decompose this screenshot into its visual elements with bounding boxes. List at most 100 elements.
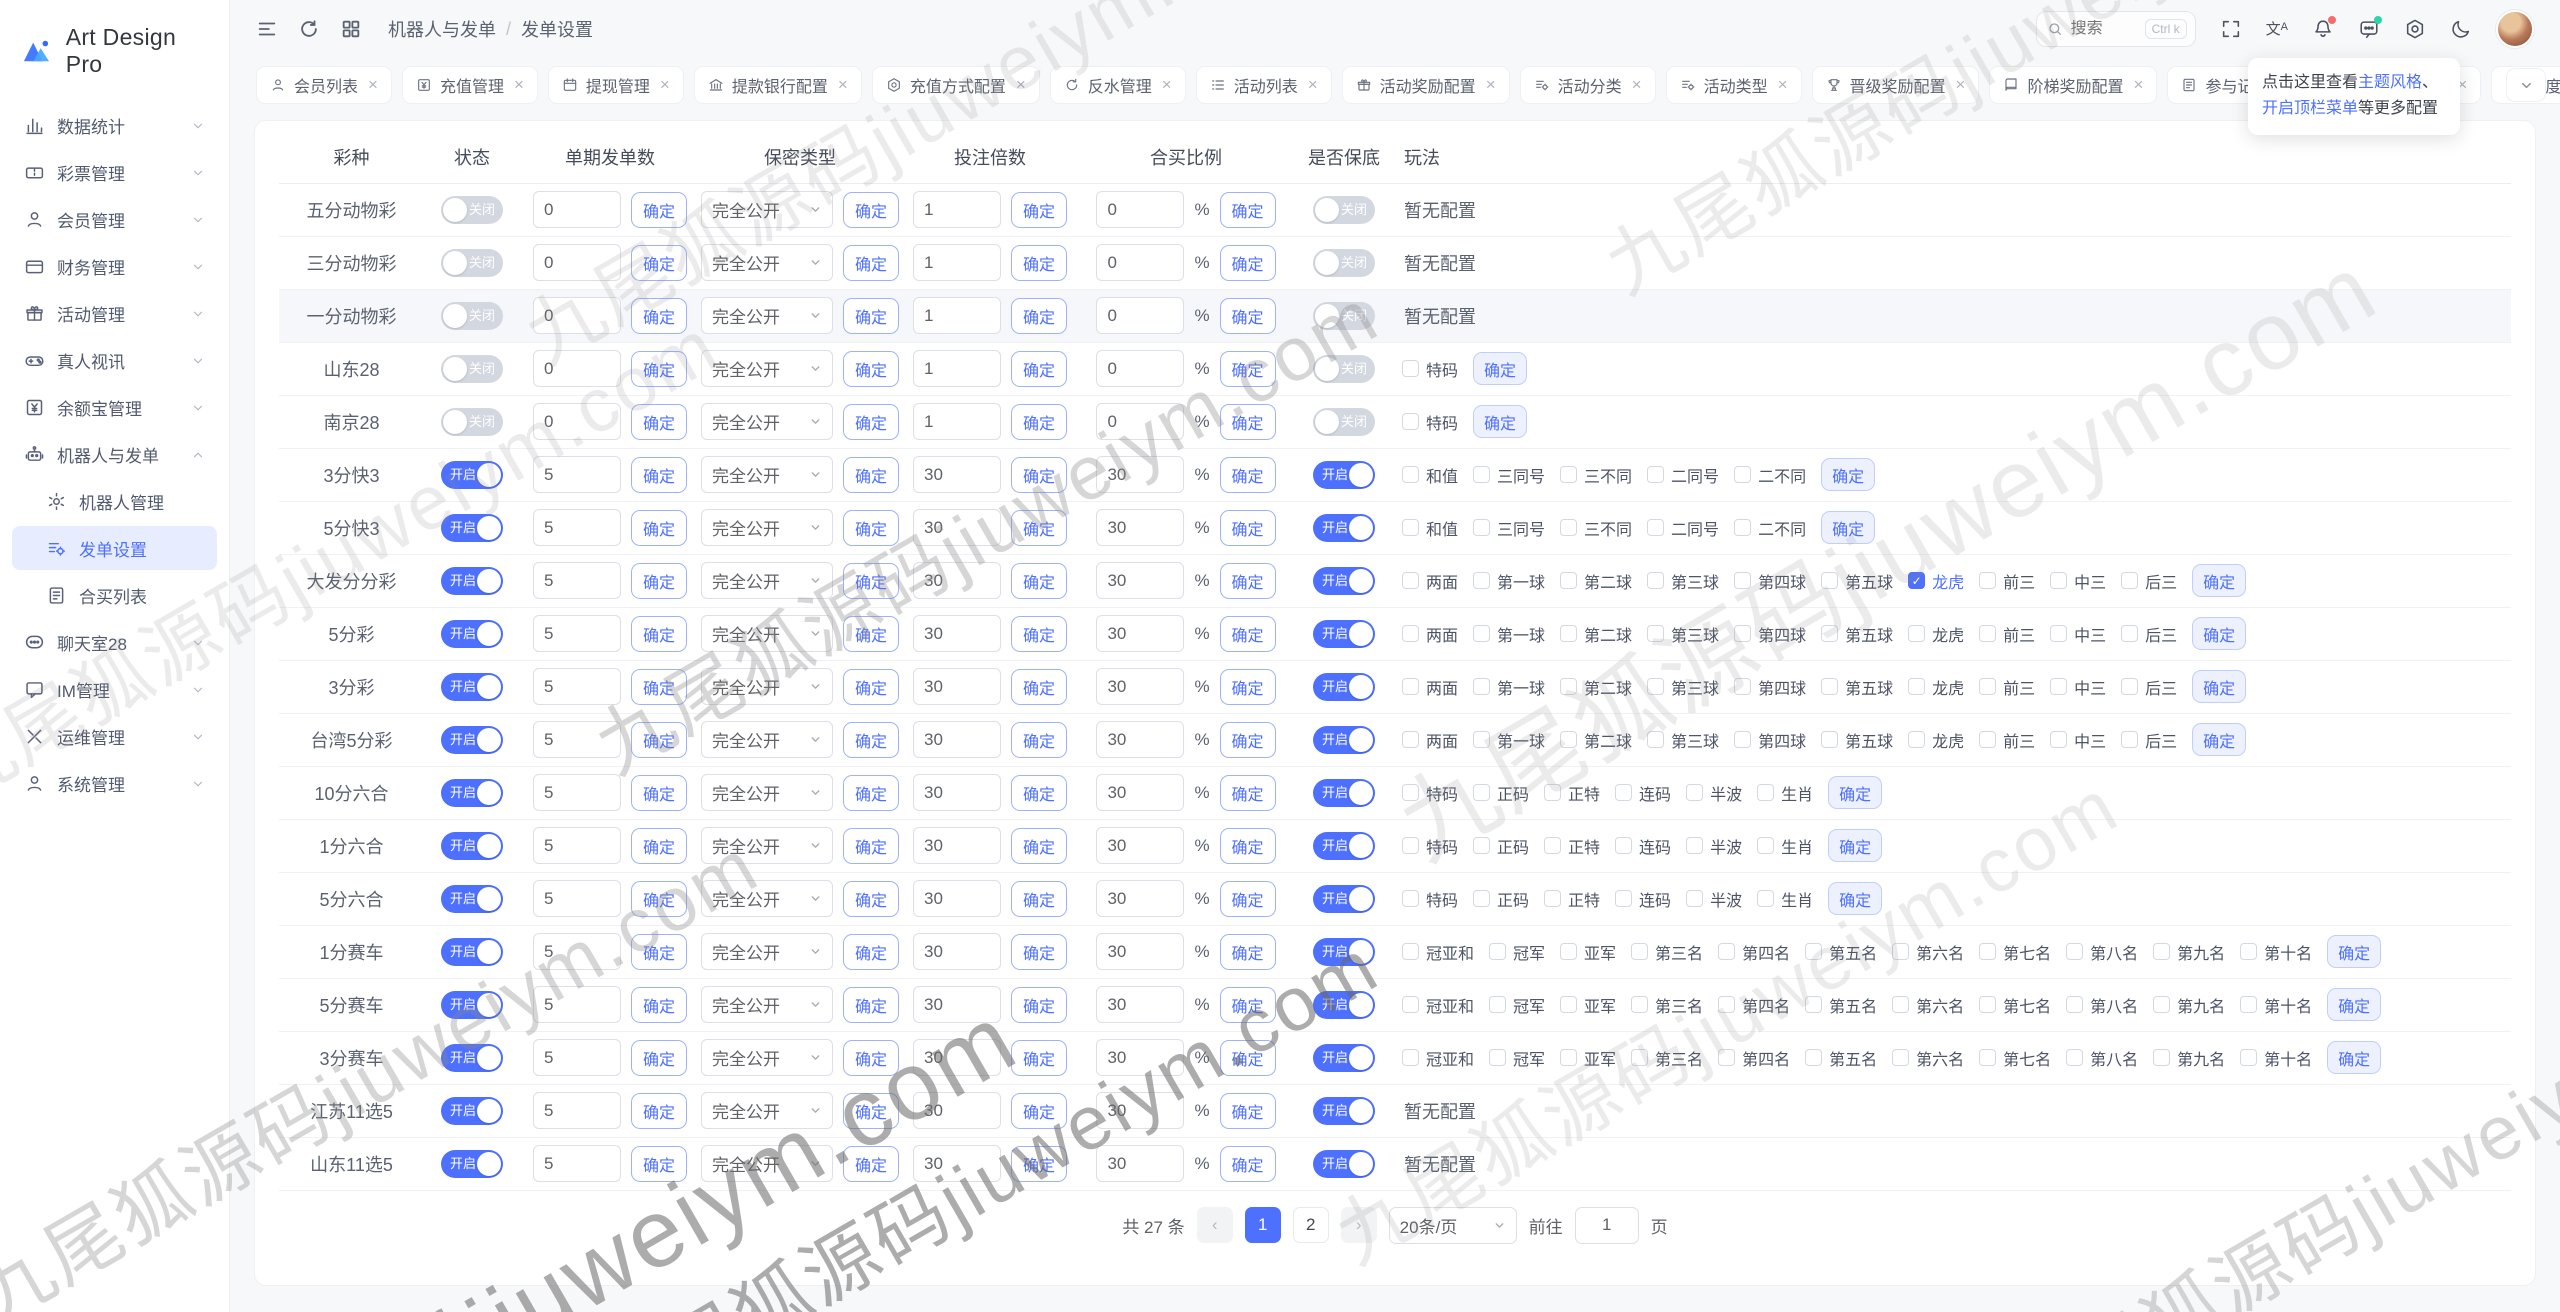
confirm-button[interactable]: 确定 [1011, 721, 1067, 758]
play-checkbox-第八名[interactable]: 第八名 [2066, 1046, 2138, 1070]
status-toggle[interactable]: 开启 [441, 990, 503, 1019]
sidebar-item-2[interactable]: 会员管理 [12, 197, 217, 241]
top-menu-link[interactable]: 开启顶栏菜单 [2262, 100, 2358, 117]
confirm-button[interactable]: 确定 [1219, 350, 1276, 387]
issue-count-input[interactable] [533, 350, 621, 387]
play-checkbox-第二球[interactable]: 第二球 [1560, 728, 1632, 752]
status-toggle[interactable]: 开启 [441, 778, 503, 807]
page-button-2[interactable]: 2 [1292, 1207, 1329, 1243]
play-checkbox-半波[interactable]: 半波 [1686, 781, 1742, 805]
sidebar-subitem-1[interactable]: 发单设置 [12, 526, 217, 570]
play-checkbox-后三[interactable]: 后三 [2121, 675, 2177, 699]
status-toggle[interactable]: 开启 [441, 566, 503, 595]
play-checkbox-第五球[interactable]: 第五球 [1821, 728, 1893, 752]
grid-apps-icon[interactable] [340, 18, 362, 40]
close-icon[interactable]: × [2134, 75, 2144, 95]
confirm-button[interactable]: 确定 [1011, 986, 1067, 1023]
issue-count-input[interactable] [533, 562, 621, 599]
secrecy-select[interactable]: 完全公开 [701, 615, 833, 652]
confirm-button[interactable]: 确定 [631, 297, 687, 334]
confirm-button[interactable]: 确定 [1011, 774, 1067, 811]
status-toggle[interactable]: 开启 [441, 884, 503, 913]
play-checkbox-生肖[interactable]: 生肖 [1757, 781, 1813, 805]
bet-multiple-input[interactable] [913, 403, 1001, 440]
secrecy-select[interactable]: 完全公开 [701, 986, 833, 1023]
play-checkbox-龙虎[interactable]: ✓ 龙虎 [1908, 569, 1964, 593]
confirm-button[interactable]: 确定 [1821, 458, 1876, 491]
tab-5[interactable]: 反水管理 × [1049, 66, 1186, 104]
play-checkbox-冠亚和[interactable]: 冠亚和 [1402, 993, 1474, 1017]
play-checkbox-第五名[interactable]: 第五名 [1805, 1046, 1877, 1070]
bet-multiple-input[interactable] [913, 986, 1001, 1023]
group-buy-ratio-input[interactable] [1096, 1092, 1185, 1129]
bet-multiple-input[interactable] [913, 1145, 1001, 1182]
confirm-button[interactable]: 确定 [2192, 564, 2247, 597]
play-checkbox-第三球[interactable]: 第三球 [1647, 569, 1719, 593]
play-checkbox-正码[interactable]: 正码 [1473, 834, 1529, 858]
sidebar-item-10[interactable]: 运维管理 [12, 714, 217, 758]
status-toggle[interactable]: 关闭 [441, 301, 503, 330]
group-buy-ratio-input[interactable] [1096, 1145, 1185, 1182]
bet-multiple-input[interactable] [913, 827, 1001, 864]
guarantee-toggle[interactable]: 关闭 [1313, 301, 1375, 330]
bet-multiple-input[interactable] [913, 297, 1001, 334]
sidebar-item-11[interactable]: 系统管理 [12, 761, 217, 805]
confirm-button[interactable]: 确定 [631, 350, 687, 387]
issue-count-input[interactable] [533, 721, 621, 758]
issue-count-input[interactable] [533, 774, 621, 811]
play-checkbox-正特[interactable]: 正特 [1544, 781, 1600, 805]
tab-9[interactable]: 活动类型 × [1665, 66, 1802, 104]
play-checkbox-第三球[interactable]: 第三球 [1647, 728, 1719, 752]
guarantee-toggle[interactable]: 开启 [1313, 619, 1375, 648]
play-checkbox-第四球[interactable]: 第四球 [1734, 622, 1806, 646]
confirm-button[interactable]: 确定 [1011, 244, 1067, 281]
play-checkbox-龙虎[interactable]: 龙虎 [1908, 622, 1964, 646]
play-checkbox-第一球[interactable]: 第一球 [1473, 728, 1545, 752]
status-toggle[interactable]: 关闭 [441, 195, 503, 224]
play-checkbox-第三球[interactable]: 第三球 [1647, 622, 1719, 646]
secrecy-select[interactable]: 完全公开 [701, 1145, 833, 1182]
confirm-button[interactable]: 确定 [843, 721, 899, 758]
confirm-button[interactable]: 确定 [1011, 1145, 1067, 1182]
play-checkbox-连码[interactable]: 连码 [1615, 781, 1671, 805]
secrecy-select[interactable]: 完全公开 [701, 244, 833, 281]
confirm-button[interactable]: 确定 [631, 774, 687, 811]
play-checkbox-前三[interactable]: 前三 [1979, 569, 2035, 593]
play-checkbox-第四球[interactable]: 第四球 [1734, 569, 1806, 593]
bet-multiple-input[interactable] [913, 509, 1001, 546]
confirm-button[interactable]: 确定 [843, 1092, 899, 1129]
play-checkbox-中三[interactable]: 中三 [2050, 569, 2106, 593]
play-checkbox-第六名[interactable]: 第六名 [1892, 1046, 1964, 1070]
next-page-button[interactable]: › [1340, 1207, 1377, 1243]
secrecy-select[interactable]: 完全公开 [701, 456, 833, 493]
search-box[interactable]: Ctrl k [2035, 11, 2196, 47]
play-checkbox-第七名[interactable]: 第七名 [1979, 993, 2051, 1017]
secrecy-select[interactable]: 完全公开 [701, 191, 833, 228]
confirm-button[interactable]: 确定 [1011, 933, 1067, 970]
play-checkbox-二同号[interactable]: 二同号 [1647, 463, 1719, 487]
guarantee-toggle[interactable]: 开启 [1313, 513, 1375, 542]
confirm-button[interactable]: 确定 [631, 244, 687, 281]
guarantee-toggle[interactable]: 开启 [1313, 1043, 1375, 1072]
confirm-button[interactable]: 确定 [843, 615, 899, 652]
play-checkbox-前三[interactable]: 前三 [1979, 728, 2035, 752]
confirm-button[interactable]: 确定 [1011, 191, 1067, 228]
guarantee-toggle[interactable]: 关闭 [1313, 407, 1375, 436]
bet-multiple-input[interactable] [913, 668, 1001, 705]
bet-multiple-input[interactable] [913, 244, 1001, 281]
guarantee-toggle[interactable]: 开启 [1313, 566, 1375, 595]
bet-multiple-input[interactable] [913, 880, 1001, 917]
play-checkbox-正码[interactable]: 正码 [1473, 887, 1529, 911]
guarantee-toggle[interactable]: 开启 [1313, 990, 1375, 1019]
sidebar-item-4[interactable]: 活动管理 [12, 291, 217, 335]
confirm-button[interactable]: 确定 [1011, 297, 1067, 334]
play-checkbox-冠军[interactable]: 冠军 [1489, 940, 1545, 964]
group-buy-ratio-input[interactable] [1096, 350, 1185, 387]
confirm-button[interactable]: 确定 [1219, 880, 1276, 917]
play-checkbox-前三[interactable]: 前三 [1979, 675, 2035, 699]
confirm-button[interactable]: 确定 [843, 668, 899, 705]
confirm-button[interactable]: 确定 [631, 1092, 687, 1129]
close-icon[interactable]: × [514, 75, 524, 95]
tab-0[interactable]: 会员列表 × [256, 66, 392, 104]
guarantee-toggle[interactable]: 开启 [1313, 884, 1375, 913]
